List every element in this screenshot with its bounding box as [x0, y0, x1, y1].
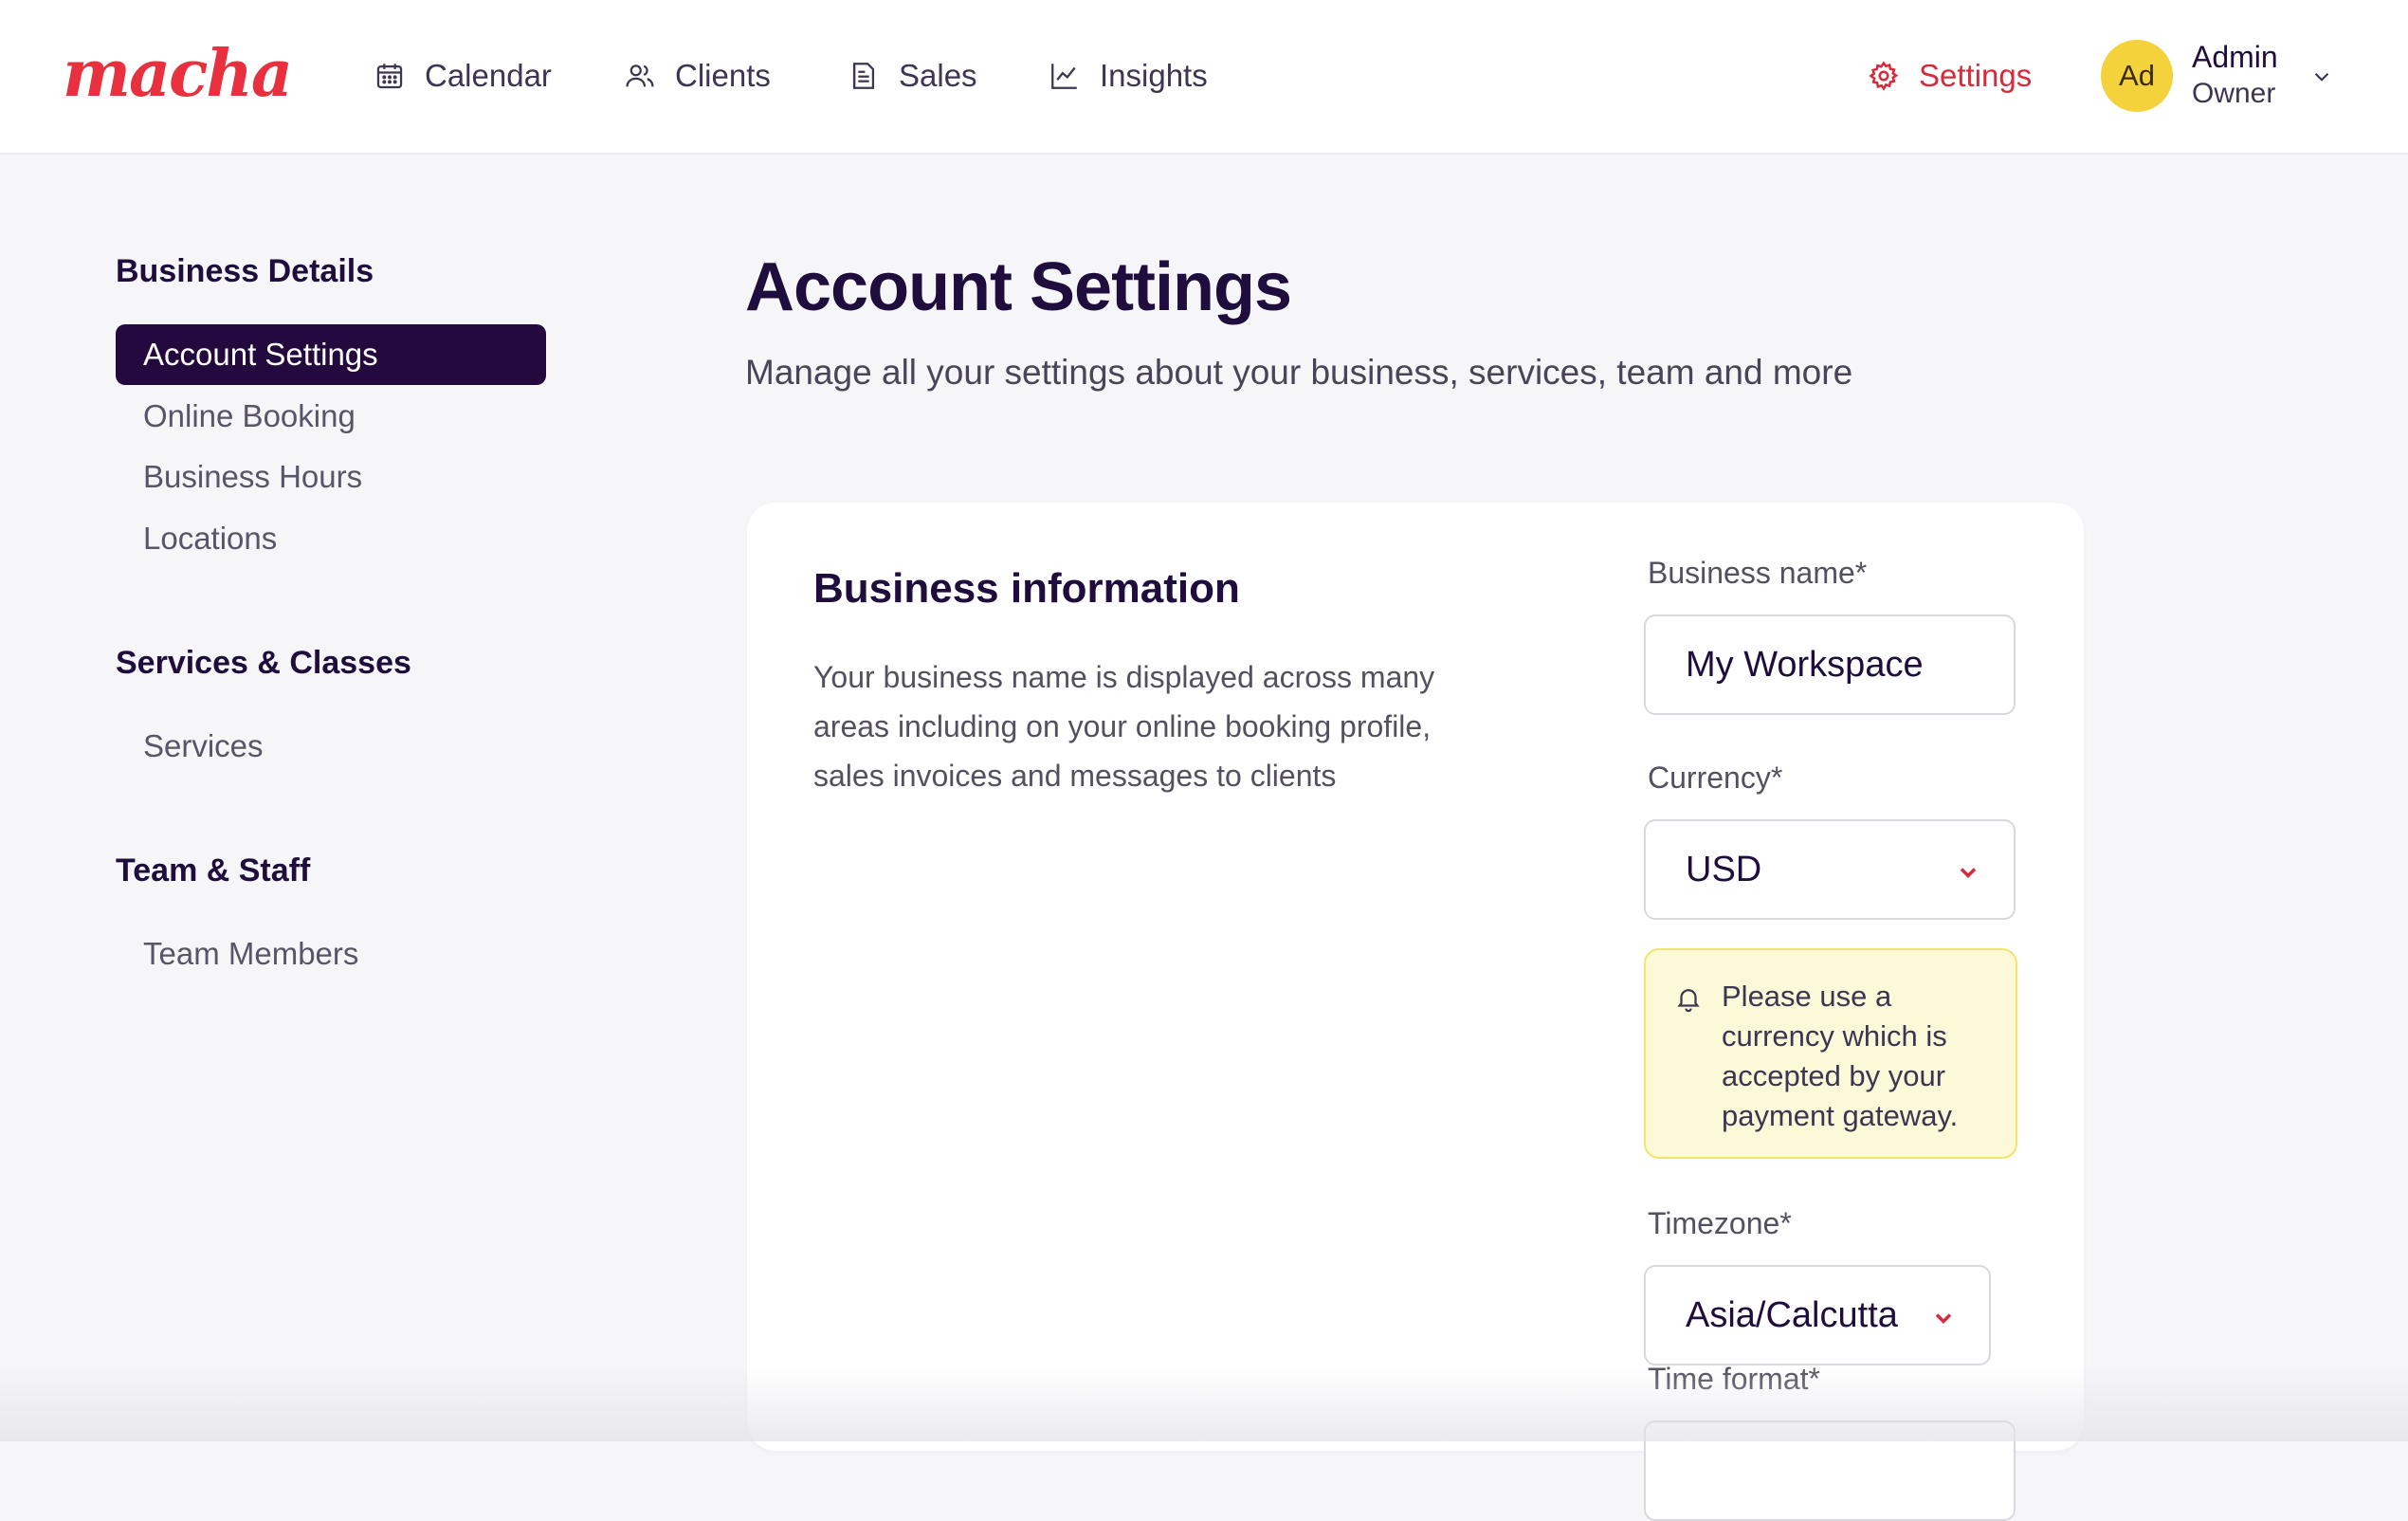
- card-title: Business information: [813, 565, 1240, 612]
- currency-value: USD: [1686, 849, 1762, 889]
- timezone-label: Timezone*: [1648, 1206, 1792, 1240]
- timezone-select[interactable]: Asia/Calcutta: [1644, 1265, 1991, 1365]
- avatar[interactable]: Ad: [2101, 40, 2173, 112]
- page-subtitle: Manage all your settings about your busi…: [745, 353, 1853, 392]
- nav-insights[interactable]: Insights: [1049, 53, 1208, 99]
- nav-sales[interactable]: Sales: [848, 53, 977, 99]
- nav-settings-label: Settings: [1919, 58, 2033, 93]
- currency-notice: Please use a currency which is accepted …: [1644, 948, 2017, 1159]
- nav-clients[interactable]: Clients: [624, 53, 771, 99]
- receipt-icon: [852, 63, 875, 89]
- users-icon: [626, 64, 654, 87]
- chart-line-icon: [1051, 64, 1077, 89]
- chevron-down-icon[interactable]: [2309, 64, 2334, 89]
- nav-insights-label: Insights: [1100, 58, 1208, 93]
- business-name-input[interactable]: [1686, 644, 2014, 686]
- sidebar-heading-services-classes: Services & Classes: [116, 645, 411, 681]
- sidebar-item-team-members[interactable]: Team Members: [116, 924, 546, 984]
- user-role: Owner: [2192, 78, 2276, 109]
- sidebar-item-locations[interactable]: Locations: [116, 508, 546, 569]
- business-name-label: Business name*: [1648, 556, 1868, 590]
- currency-notice-text: Please use a currency which is accepted …: [1722, 980, 1959, 1132]
- nav-calendar[interactable]: Calendar: [374, 53, 552, 99]
- sidebar-item-online-booking[interactable]: Online Booking: [116, 386, 546, 447]
- nav-sales-label: Sales: [899, 58, 977, 93]
- sidebar-heading-business-details: Business Details: [116, 253, 374, 289]
- nav-calendar-label: Calendar: [425, 58, 552, 93]
- gear-icon: [1869, 61, 1899, 91]
- chevron-down-icon: [1960, 868, 1977, 878]
- top-navigation-bar: macha Calendar Clients Sales Insights Se…: [0, 0, 2408, 155]
- time-format-label: Time format*: [1648, 1362, 1820, 1396]
- card-description: Your business name is displayed across m…: [813, 660, 1435, 793]
- chevron-down-icon: [1935, 1313, 1952, 1324]
- sidebar-item-services[interactable]: Services: [116, 716, 546, 777]
- sidebar-item-account-settings[interactable]: Account Settings: [116, 324, 546, 385]
- business-name-field[interactable]: [1644, 614, 2016, 715]
- sidebar-heading-team-staff: Team & Staff: [116, 852, 311, 889]
- page-title: Account Settings: [745, 249, 1292, 325]
- user-name[interactable]: Admin: [2192, 40, 2278, 75]
- nav-clients-label: Clients: [675, 58, 771, 93]
- calendar-icon: [376, 64, 403, 89]
- time-format-select[interactable]: [1644, 1420, 2016, 1521]
- bell-icon: [1677, 989, 1700, 1013]
- macha-logo[interactable]: macha: [63, 36, 293, 112]
- business-information-card: Business information Your business name …: [747, 503, 2084, 1521]
- currency-select[interactable]: USD: [1644, 819, 2016, 920]
- sidebar-item-business-hours[interactable]: Business Hours: [116, 447, 546, 507]
- timezone-value: Asia/Calcutta: [1686, 1294, 1898, 1335]
- nav-settings[interactable]: Settings: [1868, 53, 2032, 99]
- currency-label: Currency*: [1648, 760, 1783, 795]
